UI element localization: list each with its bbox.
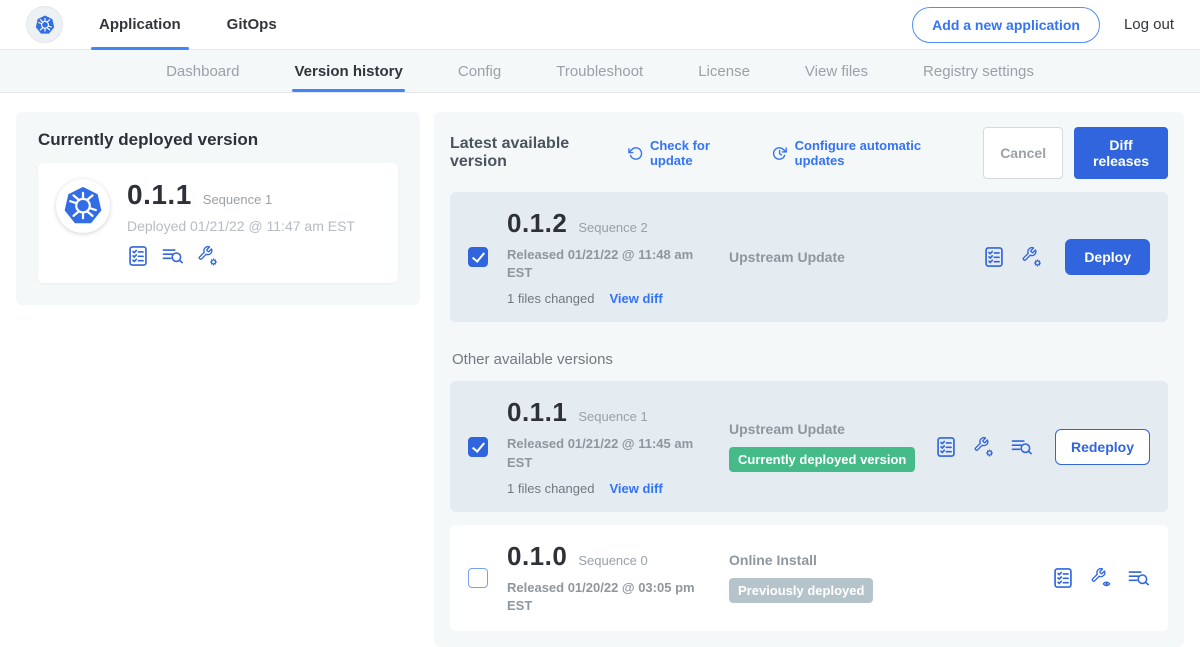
status-badge: Currently deployed version	[729, 447, 915, 472]
released-timestamp: Released 01/20/22 @ 03:05 pm EST	[507, 579, 697, 615]
subnav-version-history[interactable]: Version history	[294, 50, 402, 92]
app-kubernetes-avatar	[56, 179, 110, 233]
check-for-update-link[interactable]: Check for update	[628, 138, 745, 168]
subnav-dashboard[interactable]: Dashboard	[166, 50, 239, 92]
diff-releases-button[interactable]: Diff releases	[1074, 127, 1168, 179]
subnav-view-files[interactable]: View files	[805, 50, 868, 92]
version-number: 0.1.0	[507, 541, 567, 572]
preflight-checks-icon[interactable]	[1052, 567, 1074, 589]
deployed-timestamp: Deployed 01/21/22 @ 11:47 am EST	[127, 218, 355, 234]
deployed-version-number: 0.1.1	[127, 179, 192, 211]
main-content: Currently deployed version 0.1.1 Sequenc…	[0, 93, 1200, 647]
version-sequence: Sequence 2	[578, 220, 647, 235]
subnav-troubleshoot[interactable]: Troubleshoot	[556, 50, 643, 92]
clock-refresh-icon	[772, 145, 787, 162]
version-sequence: Sequence 0	[578, 553, 647, 568]
app-subnav: Dashboard Version history Config Trouble…	[0, 50, 1200, 93]
deploy-logs-icon[interactable]	[1011, 436, 1033, 458]
other-versions-title: Other available versions	[452, 351, 1168, 368]
version-checkbox[interactable]	[468, 568, 488, 588]
version-number: 0.1.1	[507, 397, 567, 428]
view-diff-link[interactable]: View diff	[609, 481, 662, 496]
files-changed-label: 1 files changed	[507, 291, 594, 306]
files-changed-label: 1 files changed	[507, 481, 594, 496]
released-timestamp: Released 01/21/22 @ 11:45 am EST	[507, 435, 697, 471]
preflight-checks-icon[interactable]	[127, 245, 149, 267]
version-row-0-1-2: 0.1.2 Sequence 2 Released 01/21/22 @ 11:…	[450, 192, 1168, 322]
deploy-logs-icon[interactable]	[1128, 567, 1150, 589]
subnav-license[interactable]: License	[698, 50, 750, 92]
configure-automatic-updates-link[interactable]: Configure automatic updates	[772, 138, 955, 168]
version-checkbox[interactable]	[468, 247, 488, 267]
preflight-checks-icon[interactable]	[935, 436, 957, 458]
view-config-icon[interactable]	[1090, 567, 1112, 589]
version-number: 0.1.2	[507, 208, 567, 239]
edit-config-icon[interactable]	[973, 436, 995, 458]
status-badge: Previously deployed	[729, 578, 873, 603]
top-nav: Application GitOps Add a new application…	[0, 0, 1200, 50]
available-versions-panel: Latest available version Check for updat…	[434, 112, 1184, 647]
deployed-sequence: Sequence 1	[203, 192, 272, 207]
tab-application-label: Application	[99, 16, 181, 33]
edit-config-icon[interactable]	[197, 245, 219, 267]
currently-deployed-panel: Currently deployed version 0.1.1 Sequenc…	[16, 112, 420, 305]
kubernetes-logo-icon	[26, 6, 63, 43]
version-source: Upstream Update	[729, 421, 935, 437]
edit-config-icon[interactable]	[1021, 246, 1043, 268]
view-diff-link[interactable]: View diff	[609, 291, 662, 306]
preflight-checks-icon[interactable]	[983, 246, 1005, 268]
refresh-icon	[628, 145, 643, 162]
add-application-button[interactable]: Add a new application	[912, 7, 1100, 43]
deploy-button[interactable]: Deploy	[1065, 239, 1150, 275]
subnav-config[interactable]: Config	[458, 50, 501, 92]
latest-available-title: Latest available version	[450, 135, 612, 171]
deploy-logs-icon[interactable]	[162, 245, 184, 267]
currently-deployed-title: Currently deployed version	[38, 130, 398, 150]
version-source: Online Install	[729, 552, 1052, 568]
logout-link[interactable]: Log out	[1124, 16, 1174, 33]
tab-gitops-label: GitOps	[227, 16, 277, 33]
tab-gitops[interactable]: GitOps	[227, 0, 277, 50]
version-checkbox[interactable]	[468, 437, 488, 457]
version-row-0-1-0: 0.1.0 Sequence 0 Released 01/20/22 @ 03:…	[450, 525, 1168, 631]
deployed-version-card: 0.1.1 Sequence 1 Deployed 01/21/22 @ 11:…	[38, 163, 398, 283]
tab-application[interactable]: Application	[99, 0, 181, 50]
subnav-registry-settings[interactable]: Registry settings	[923, 50, 1034, 92]
version-row-0-1-1: 0.1.1 Sequence 1 Released 01/21/22 @ 11:…	[450, 381, 1168, 511]
released-timestamp: Released 01/21/22 @ 11:48 am EST	[507, 246, 697, 282]
version-sequence: Sequence 1	[578, 409, 647, 424]
redeploy-button[interactable]: Redeploy	[1055, 429, 1150, 465]
cancel-button[interactable]: Cancel	[983, 127, 1063, 179]
version-source: Upstream Update	[729, 249, 983, 265]
